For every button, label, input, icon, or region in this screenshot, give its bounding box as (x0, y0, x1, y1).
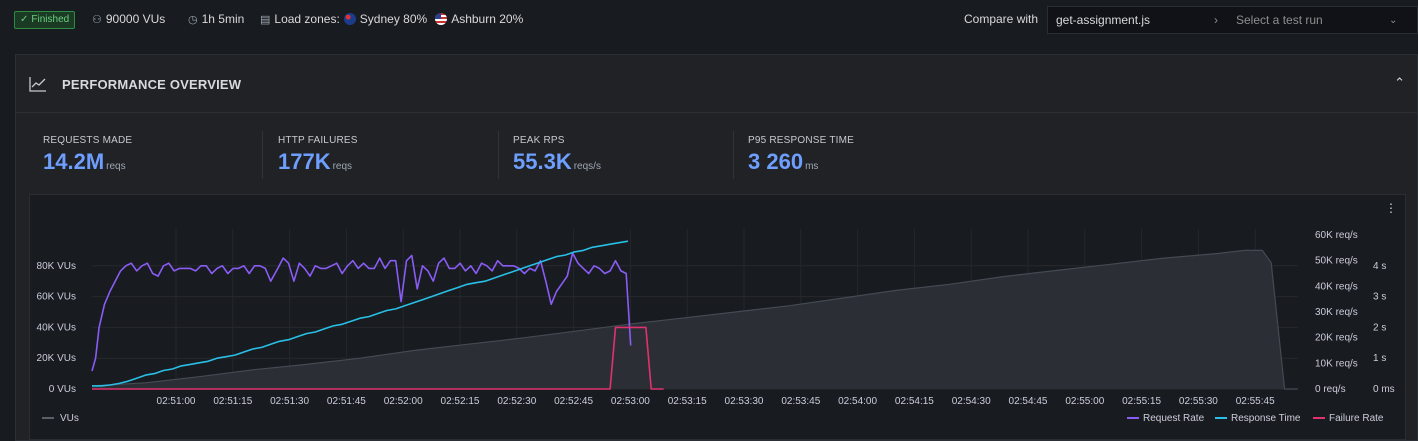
stat-value: 14.2M (43, 149, 105, 174)
y-mid-tick-label: 20K req/s (1315, 333, 1358, 344)
test-run-select[interactable]: Select a test run (1236, 13, 1389, 27)
y-mid-tick-label: 30K req/s (1315, 307, 1358, 318)
status-badge: ✓ Finished (14, 11, 76, 29)
x-tick-label: 02:52:45 (554, 396, 593, 407)
duration-value: 1h 5min (201, 12, 245, 26)
stat-value: 55.3K (513, 149, 572, 174)
x-tick-label: 02:54:45 (1009, 396, 1048, 407)
x-tick-label: 02:51:00 (157, 396, 196, 407)
legend-label-vus: VUs (60, 413, 79, 424)
compare-label: Compare with (964, 12, 1039, 26)
duration-info: ◷ 1h 5min (188, 12, 244, 26)
users-icon: ⚇ (92, 13, 102, 26)
x-tick-label: 02:53:00 (611, 396, 650, 407)
y-left-tick-label: 40K VUs (37, 322, 76, 333)
x-tick-label: 02:51:45 (327, 396, 366, 407)
x-tick-label: 02:51:15 (213, 396, 252, 407)
stat-unit: reqs (332, 161, 353, 172)
database-icon: ▤ (260, 13, 271, 26)
line-chart-icon (29, 77, 46, 92)
stat-unit: reqs (106, 161, 126, 172)
x-tick-label: 02:54:00 (838, 396, 877, 407)
stat-divider (498, 131, 499, 179)
status-label: Finished (31, 14, 70, 25)
australia-flag-icon (343, 13, 356, 25)
stat-label: HTTP FAILURES (278, 135, 358, 146)
stat-requests-made: REQUESTS MADE 14.2M reqs (43, 135, 132, 175)
y-right-tick-label: 3 s (1373, 292, 1386, 303)
stat-p95-response-time: P95 RESPONSE TIME 3 260 ms (748, 135, 854, 175)
x-tick-label: 02:54:15 (895, 396, 934, 407)
legend-label: Response Time (1231, 413, 1301, 424)
chevron-down-icon[interactable]: ⌄ (1389, 15, 1417, 26)
stat-unit: ms (805, 161, 819, 172)
performance-overview-panel: PERFORMANCE OVERVIEW ⌃ REQUESTS MADE 14.… (15, 54, 1418, 441)
x-tick-label: 02:53:30 (725, 396, 764, 407)
stat-value: 3 260 (748, 149, 804, 174)
y-mid-tick-label: 10K req/s (1315, 358, 1358, 369)
y-right-tick-label: 0 ms (1373, 384, 1395, 395)
stat-peak-rps: PEAK RPS 55.3K reqs/s (513, 135, 601, 175)
stat-divider (262, 131, 263, 179)
x-tick-label: 02:52:00 (384, 396, 423, 407)
y-left-tick-label: 20K VUs (37, 353, 76, 364)
y-right-tick-label: 4 s (1373, 261, 1386, 272)
x-tick-label: 02:53:15 (668, 396, 707, 407)
zone-sydney: Sydney 80% (359, 12, 428, 26)
chart-svg: 0 VUs 20K VUs 40K VUs 60K VUs 80K VUs 02:51:0… (37, 229, 1395, 424)
clock-icon: ◷ (188, 13, 198, 26)
load-zones-label: Load zones: (274, 12, 340, 26)
zone-ashburn: Ashburn 20% (451, 12, 524, 26)
stat-label: REQUESTS MADE (43, 135, 133, 146)
legend-label: Failure Rate (1329, 413, 1384, 424)
x-tick-label: 02:55:30 (1179, 396, 1218, 407)
performance-chart[interactable]: ⋮ 0 VUs 20K VUs 40K VUs 60K VUs 80K VUs 02:51… (29, 194, 1406, 440)
stat-http-failures: HTTP FAILURES 177K reqs (278, 135, 358, 175)
compare-selector[interactable]: get-assignment.js › Select a test run ⌄ (1047, 6, 1418, 34)
test-run-header: ✓ Finished ⚇ 90000 VUs ◷ 1h 5min ▤ Load … (0, 0, 1418, 40)
stat-value: 177K (278, 149, 331, 174)
collapse-icon[interactable]: ⌃ (1394, 75, 1405, 91)
load-zones-info: ▤ Load zones: Sydney 80% Ashburn 20% (260, 12, 523, 26)
y-left-tick-label: 60K VUs (37, 292, 76, 303)
legend-label: Request Rate (1143, 413, 1205, 424)
x-tick-label: 02:55:15 (1122, 396, 1161, 407)
vus-info: ⚇ 90000 VUs (92, 12, 165, 26)
stat-label: PEAK RPS (513, 135, 565, 146)
stat-label: P95 RESPONSE TIME (748, 135, 855, 146)
check-icon: ✓ (20, 14, 29, 25)
x-tick-label: 02:51:30 (270, 396, 309, 407)
x-tick-label: 02:52:15 (441, 396, 480, 407)
x-tick-label: 02:54:30 (952, 396, 991, 407)
stat-divider (733, 131, 734, 179)
y-right-tick-label: 2 s (1373, 322, 1386, 333)
stat-unit: reqs/s (573, 161, 601, 172)
panel-title: PERFORMANCE OVERVIEW (62, 77, 242, 92)
y-left-tick-label: 80K VUs (37, 261, 76, 272)
x-tick-label: 02:55:00 (1065, 396, 1104, 407)
y-right-tick-label: 1 s (1373, 353, 1386, 364)
chevron-right-icon: › (1214, 13, 1218, 27)
us-flag-icon (435, 13, 448, 25)
y-mid-tick-label: 50K req/s (1315, 256, 1358, 267)
vus-value: 90000 VUs (105, 12, 166, 26)
y-mid-tick-label: 0 req/s (1315, 384, 1346, 395)
y-mid-tick-label: 60K req/s (1315, 230, 1358, 241)
y-mid-tick-label: 40K req/s (1315, 281, 1358, 292)
y-left-tick-label: 0 VUs (49, 384, 76, 395)
x-tick-label: 02:55:45 (1236, 396, 1275, 407)
panel-header[interactable]: PERFORMANCE OVERVIEW ⌃ (16, 55, 1417, 113)
x-tick-label: 02:53:45 (781, 396, 820, 407)
compare-script: get-assignment.js (1056, 13, 1151, 27)
x-tick-label: 02:52:30 (497, 396, 536, 407)
